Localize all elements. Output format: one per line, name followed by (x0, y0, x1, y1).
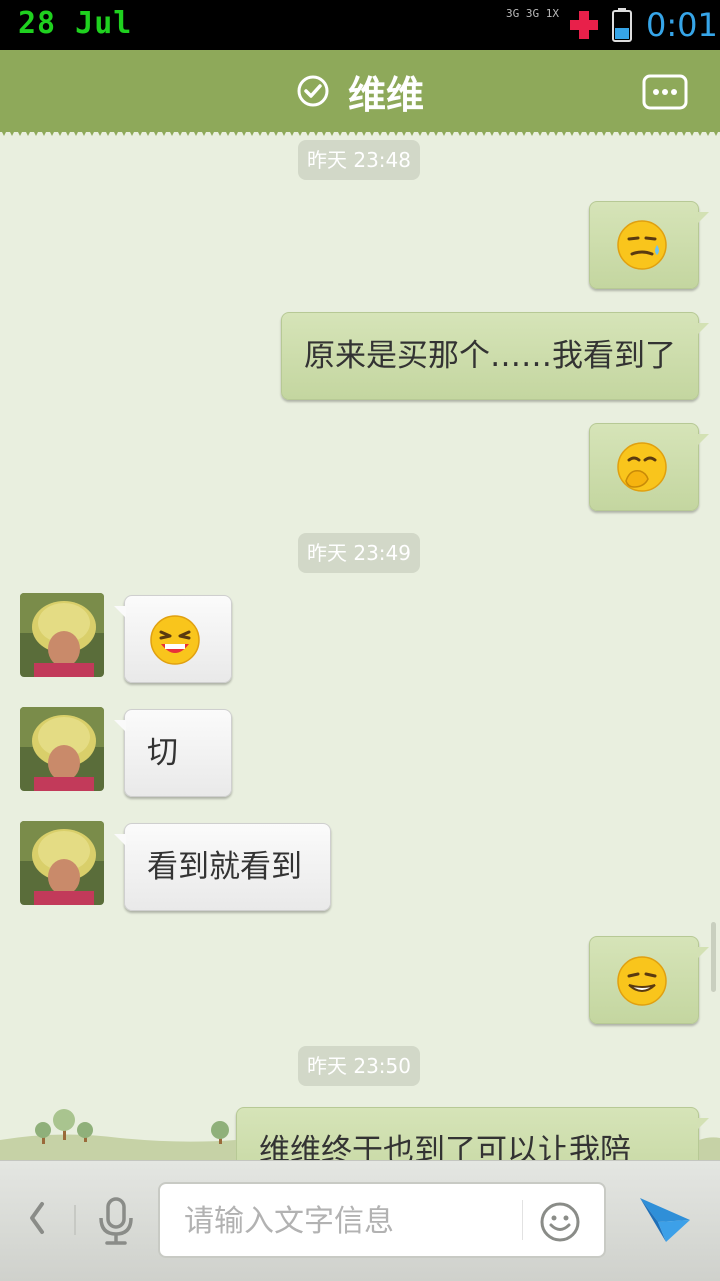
cover-mouth-giggle-emoji-icon (617, 442, 667, 492)
sweat-smile-emoji-icon (617, 220, 667, 270)
message-text: 原来是买那个……我看到了 (304, 338, 676, 374)
outgoing-message[interactable] (589, 936, 709, 1024)
contact-avatar[interactable] (20, 821, 104, 905)
laughing-emoji-icon (150, 615, 200, 665)
timestamp: 昨天 23:48 (298, 140, 420, 180)
status-date: 28 Jul (18, 6, 133, 41)
incoming-message[interactable] (114, 595, 232, 683)
network-signal-icon: 3G 3G 1X (506, 8, 562, 42)
network-label-1: 3G (506, 7, 520, 20)
contact-avatar[interactable] (20, 593, 104, 677)
check-circle-icon (297, 75, 329, 107)
chat-menu-icon[interactable] (642, 74, 688, 110)
status-time: 0:01 (646, 6, 718, 44)
battery-icon (612, 8, 632, 42)
microphone-icon[interactable] (96, 1196, 136, 1246)
contact-avatar[interactable] (20, 707, 104, 791)
header-title-area: 维维 (0, 50, 720, 132)
medical-cross-icon (570, 11, 598, 39)
contact-name-title: 维维 (347, 72, 424, 117)
avatar-image (20, 707, 104, 791)
incoming-message[interactable]: 看到就看到 (114, 823, 331, 911)
message-list[interactable]: 昨天 23:48 原来是买那个……我看到了 昨天 23:49 切 看到就看到 昨… (0, 138, 720, 1160)
chat-scrollbar[interactable] (711, 922, 716, 992)
input-divider (522, 1200, 523, 1240)
grin-emoji-icon (617, 956, 667, 1006)
landscape-decoration (0, 1109, 720, 1160)
outgoing-message[interactable] (589, 201, 709, 289)
avatar-image (20, 821, 104, 905)
message-input[interactable] (182, 1198, 516, 1244)
outgoing-message[interactable]: 原来是买那个……我看到了 (281, 312, 709, 400)
network-label-3: 1X (545, 7, 559, 20)
message-text: 切 (147, 735, 178, 771)
emoji-picker-icon[interactable] (538, 1200, 582, 1244)
toolbar-divider (74, 1205, 76, 1235)
timestamp: 昨天 23:49 (298, 533, 420, 573)
chevron-left-icon[interactable] (24, 1198, 48, 1238)
timestamp: 昨天 23:50 (298, 1046, 420, 1086)
outgoing-message[interactable] (589, 423, 709, 511)
network-label-2: 3G (525, 7, 540, 20)
incoming-message[interactable]: 切 (114, 709, 232, 797)
status-bar: 28 Jul 3G 3G 1X 0:01 (0, 0, 720, 50)
send-icon[interactable] (636, 1192, 694, 1246)
message-input-box[interactable] (158, 1182, 606, 1258)
message-text: 看到就看到 (147, 849, 302, 885)
avatar-image (20, 593, 104, 677)
